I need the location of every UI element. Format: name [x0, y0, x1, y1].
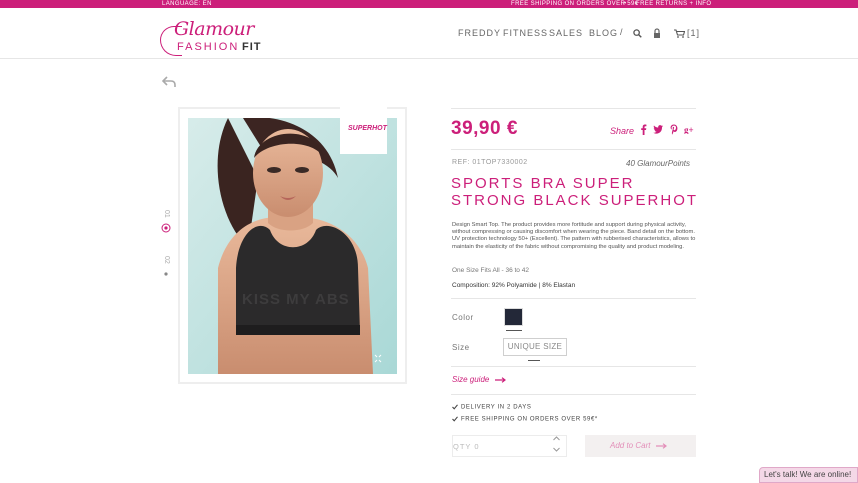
- color-selected-underline: [506, 330, 522, 331]
- check-icon: [452, 404, 458, 410]
- product-photo[interactable]: KISS MY ABS: [188, 118, 397, 374]
- language-selector[interactable]: LANGUAGE: EN: [162, 0, 212, 8]
- shipping-notice: FREE SHIPPING ON ORDERS OVER 59€: [511, 1, 639, 7]
- chevron-up-icon[interactable]: [553, 436, 560, 441]
- top-bar: LANGUAGE: EN FREE SHIPPING ON ORDERS OVE…: [0, 0, 858, 8]
- one-size-note: One Size Fits All - 36 to 42: [452, 267, 529, 274]
- color-swatch-black[interactable]: [504, 308, 523, 326]
- product-ref: REF: 01TOP7330002: [452, 159, 528, 166]
- badge-label: SUPERHOT: [348, 125, 387, 132]
- quantity-label: QTY 0: [453, 442, 480, 451]
- size-label: Size: [452, 343, 470, 352]
- back-arrow-icon[interactable]: [162, 76, 176, 88]
- delivery-info: DELIVERY IN 2 DAYS: [452, 404, 532, 411]
- color-label: Color: [452, 313, 474, 322]
- divider-guide: [451, 394, 696, 395]
- user-lock-icon[interactable]: [653, 28, 661, 39]
- add-to-cart-label: Add to Cart: [610, 441, 651, 450]
- quantity-stepper[interactable]: QTY 0: [452, 435, 567, 457]
- nav-freddy[interactable]: FREDDY: [458, 28, 501, 38]
- thumb-active-indicator-icon[interactable]: [161, 223, 171, 233]
- free-shipping-info: FREE SHIPPING ON ORDERS OVER 59€*: [452, 416, 598, 423]
- expand-icon[interactable]: [374, 354, 382, 363]
- thumb-label-01[interactable]: 01: [163, 210, 170, 218]
- cart-icon[interactable]: [674, 29, 685, 38]
- returns-info-link[interactable]: FREE RETURNS + INFO: [636, 0, 711, 8]
- arrow-right-icon: [494, 377, 506, 383]
- live-chat-button[interactable]: Let's talk! We are online!: [759, 467, 858, 483]
- divider-top: [451, 108, 696, 109]
- thumb-label-02[interactable]: 02: [163, 256, 170, 264]
- chevron-down-icon[interactable]: [553, 447, 560, 452]
- twitter-icon[interactable]: [653, 125, 663, 134]
- size-option-unique[interactable]: UNIQUE SIZE: [503, 338, 567, 356]
- divider-size: [451, 366, 696, 367]
- product-title: SPORTS BRA SUPER STRONG BLACK SUPERHOT: [451, 175, 699, 209]
- model-illustration: KISS MY ABS: [188, 118, 397, 374]
- pinterest-icon[interactable]: [670, 124, 678, 135]
- separator-dot: •: [624, 1, 627, 7]
- nav-separator: /: [620, 27, 623, 37]
- size-guide-label: Size guide: [452, 375, 490, 384]
- nav-fitness[interactable]: FITNESS: [503, 28, 548, 38]
- facebook-icon[interactable]: [640, 124, 647, 135]
- product-price: 39,90 €: [451, 118, 518, 139]
- divider-options: [451, 298, 696, 299]
- nav-sales[interactable]: SALES: [549, 28, 583, 38]
- free-shipping-text: FREE SHIPPING ON ORDERS OVER 59€*: [461, 416, 598, 423]
- site-header: Glamour FASHION FIT FREDDY FITNESS SALES…: [0, 8, 858, 59]
- print-text: KISS MY ABS: [242, 291, 350, 308]
- glamour-points: 40 GlamourPoints: [626, 159, 691, 168]
- arrow-right-icon: [655, 443, 667, 449]
- add-to-cart-button[interactable]: Add to Cart: [585, 435, 696, 457]
- thumb-dot-icon[interactable]: [164, 272, 168, 276]
- delivery-text: DELIVERY IN 2 DAYS: [461, 404, 532, 411]
- google-plus-icon[interactable]: g+: [684, 125, 695, 134]
- logo-fashion: FASHION: [177, 41, 240, 53]
- thumbnail-nav: 01 02: [158, 206, 174, 286]
- size-guide-link[interactable]: Size guide: [452, 375, 506, 384]
- brand-logo[interactable]: Glamour FASHION FIT: [160, 18, 270, 56]
- product-description: Design Smart Top. The product provides m…: [452, 222, 696, 250]
- size-selected-underline: [528, 360, 540, 361]
- superhot-badge: SUPERHOT: [340, 107, 387, 154]
- divider-price: [451, 149, 696, 150]
- logo-script: Glamour: [174, 18, 254, 40]
- check-icon: [452, 416, 458, 422]
- svg-text:g+: g+: [684, 125, 694, 134]
- share-label: Share: [610, 126, 635, 136]
- logo-fit: FIT: [242, 41, 262, 53]
- composition: Composition: 92% Polyamide | 8% Elastan: [452, 282, 576, 289]
- cart-count[interactable]: [1]: [687, 28, 700, 38]
- nav-blog[interactable]: BLOG: [589, 28, 618, 38]
- search-icon[interactable]: [633, 29, 642, 38]
